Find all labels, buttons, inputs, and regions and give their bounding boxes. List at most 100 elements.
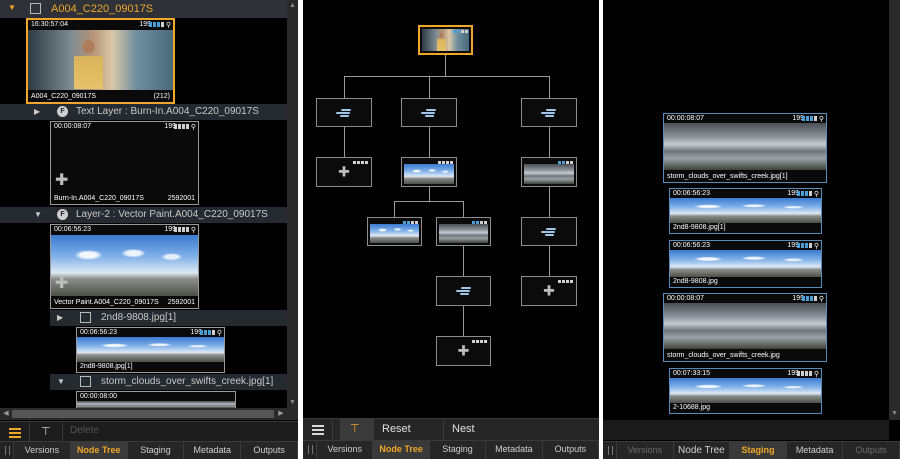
scroll-up-icon[interactable]: ▲ bbox=[287, 0, 298, 11]
tab-staging[interactable]: Staging bbox=[730, 442, 787, 459]
tree-row-storm[interactable]: ▼ storm_clouds_over_swifts_creek.jpg[1] bbox=[50, 374, 287, 390]
puzzle-piece-icon: ✚ bbox=[543, 282, 555, 299]
menu-button[interactable] bbox=[303, 419, 333, 440]
panel-grip-icon[interactable] bbox=[603, 442, 617, 459]
root-checkbox[interactable] bbox=[30, 3, 41, 14]
layer-2-thumbnail[interactable]: 00:06:56:23 199 ⚲ ✚ Vector Paint.A004_C2… bbox=[50, 224, 199, 309]
vertical-scrollbar[interactable]: ▲ ▼ bbox=[287, 0, 298, 408]
timecode: 00:06:56:23 bbox=[673, 190, 710, 197]
nest-button[interactable]: Nest bbox=[444, 419, 599, 440]
tab-metadata[interactable]: Metadata bbox=[486, 441, 543, 459]
tab-outputs[interactable]: Outputs bbox=[241, 442, 298, 459]
tab-node-tree[interactable]: Node Tree bbox=[70, 442, 128, 459]
puzzle-piece-icon: ✚ bbox=[338, 163, 350, 180]
key-icon: ⚲ bbox=[190, 124, 196, 131]
item-checkbox[interactable] bbox=[80, 376, 91, 387]
tab-metadata[interactable]: Metadata bbox=[184, 442, 242, 459]
scroll-down-icon[interactable]: ▼ bbox=[287, 397, 298, 408]
reset-button[interactable]: Reset bbox=[374, 419, 444, 440]
collapse-arrow-icon[interactable]: ▼ bbox=[57, 377, 65, 386]
timecode: 00:06:56:23 bbox=[54, 226, 91, 233]
scroll-thumb[interactable] bbox=[12, 410, 274, 418]
staging-item-2nd8-1[interactable]: 00:06:56:23 199 ⚲ 2nd8-9808.jpg[1] bbox=[669, 188, 822, 234]
tab-outputs[interactable]: Outputs bbox=[843, 442, 900, 459]
tab-versions[interactable]: Versions bbox=[14, 442, 71, 459]
puzzle-piece-icon: ✚ bbox=[457, 342, 470, 359]
thumb-name: 2nd8-9808.jpg[1] bbox=[673, 224, 726, 231]
storm-thumbnail[interactable]: 00:00:08:00 bbox=[76, 391, 236, 408]
tree-row-2nd8[interactable]: ▶ 2nd8-9808.jpg[1] bbox=[50, 310, 287, 326]
item-checkbox[interactable] bbox=[80, 312, 91, 323]
root-label: A004_C220_09017S bbox=[51, 3, 154, 15]
tab-versions[interactable]: Versions bbox=[317, 441, 374, 459]
tree-view-button[interactable]: ⊤ bbox=[31, 423, 63, 441]
graph-node-paint-1[interactable] bbox=[316, 98, 372, 127]
scroll-right-icon[interactable]: ▶ bbox=[275, 408, 287, 420]
text-layer-label: Text Layer : Burn-In.A004_C220_09017S bbox=[76, 106, 259, 117]
tab-staging[interactable]: Staging bbox=[127, 442, 185, 459]
levels-indicator bbox=[403, 221, 418, 224]
frame-count: 2592001 bbox=[167, 195, 195, 202]
text-layer-thumbnail[interactable]: 00:00:08:07 199 ⚲ ✚ Burn-In.A004_C220_09… bbox=[50, 121, 199, 205]
levels-indicator bbox=[353, 161, 368, 164]
thumb-name: 2nd8-9808.jpg bbox=[673, 278, 718, 285]
staging-item-storm-2[interactable]: 00:00:08:07 199 ⚲ storm_clouds_over_swif… bbox=[663, 293, 827, 362]
tab-versions[interactable]: Versions bbox=[617, 442, 674, 459]
tab-metadata[interactable]: Metadata bbox=[786, 442, 844, 459]
graph-node-paint-3[interactable] bbox=[521, 98, 577, 127]
timecode: 00:00:08:07 bbox=[54, 123, 91, 130]
tree-view-button[interactable]: ⊤ bbox=[340, 419, 374, 440]
graph-node-text-3[interactable]: ✚ bbox=[436, 336, 491, 366]
graph-node-root[interactable] bbox=[418, 25, 473, 55]
thumb-name: Vector Paint.A004_C220_09017S bbox=[54, 299, 159, 306]
staging-item-storm-1[interactable]: 00:00:08:07 199 ⚲ storm_clouds_over_swif… bbox=[663, 113, 827, 183]
graph-node-paint-5[interactable] bbox=[436, 276, 491, 306]
graph-node-text[interactable]: ✚ bbox=[316, 157, 372, 187]
vertical-scrollbar[interactable]: ▼ bbox=[889, 0, 900, 420]
graph-node-storm[interactable] bbox=[436, 217, 491, 246]
expand-arrow-icon[interactable]: ▶ bbox=[57, 313, 63, 322]
tab-node-tree[interactable]: Node Tree bbox=[673, 442, 731, 459]
timecode: 00:00:08:07 bbox=[667, 295, 704, 302]
key-icon: ⚲ bbox=[216, 330, 222, 337]
node-graph-toolbar: ⊤ Reset Nest bbox=[303, 418, 599, 440]
paint-strokes-icon bbox=[455, 286, 472, 296]
collapse-arrow-icon[interactable]: ▼ bbox=[34, 210, 42, 219]
graph-node-text-2[interactable]: ✚ bbox=[521, 276, 577, 306]
tab-node-tree[interactable]: Node Tree bbox=[373, 441, 430, 459]
levels-indicator bbox=[802, 116, 817, 121]
graph-node-paint-2[interactable] bbox=[401, 98, 457, 127]
node-tree-toolbar: ⊤ Delete bbox=[0, 421, 298, 441]
expand-arrow-icon[interactable]: ▶ bbox=[34, 107, 40, 116]
key-icon: ⚲ bbox=[165, 22, 171, 29]
paint-strokes-icon bbox=[421, 108, 437, 118]
delete-button[interactable]: Delete bbox=[70, 425, 99, 436]
2nd8-thumbnail[interactable]: 00:06:56:23 199 ⚲ 2nd8-9808.jpg[1] bbox=[76, 327, 225, 373]
graph-node-sky[interactable] bbox=[401, 157, 457, 187]
graph-node-storm-diag[interactable] bbox=[521, 157, 577, 187]
horizontal-scrollbar[interactable]: ◀ ▶ bbox=[0, 408, 298, 420]
menu-button[interactable] bbox=[0, 423, 30, 441]
tree-row-text-layer[interactable]: ▶ F Text Layer : Burn-In.A004_C220_09017… bbox=[0, 104, 287, 120]
panel-grip-icon[interactable] bbox=[0, 442, 14, 459]
scroll-left-icon[interactable]: ◀ bbox=[0, 408, 12, 420]
tree-row-root[interactable]: ▼ A004_C220_09017S bbox=[0, 0, 287, 18]
levels-indicator bbox=[802, 296, 817, 301]
timecode: 16:30:57:04 bbox=[31, 21, 68, 28]
thumb-name: 2nd8-9808.jpg[1] bbox=[80, 363, 133, 370]
panel-grip-icon[interactable] bbox=[303, 441, 317, 459]
graph-node-sky-2[interactable] bbox=[367, 217, 422, 246]
tab-outputs[interactable]: Outputs bbox=[542, 441, 599, 459]
middle-tab-bar: Versions Node Tree Staging Metadata Outp… bbox=[303, 440, 599, 459]
staging-item-2nd8-2[interactable]: 00:06:56:23 199 ⚲ 2nd8-9808.jpg bbox=[669, 240, 822, 288]
staging-item-2-10688[interactable]: 00:07:33:15 199 ⚲ 2-10688.jpg bbox=[669, 368, 822, 414]
levels-indicator bbox=[558, 161, 573, 164]
graph-node-paint-4[interactable] bbox=[521, 217, 577, 246]
collapse-arrow-icon[interactable]: ▼ bbox=[8, 3, 16, 12]
tree-row-layer-2[interactable]: ▼ F Layer-2 : Vector Paint.A004_C220_090… bbox=[0, 207, 287, 223]
item-label: storm_clouds_over_swifts_creek.jpg[1] bbox=[101, 376, 274, 387]
scroll-down-icon[interactable]: ▼ bbox=[889, 408, 900, 419]
root-thumbnail[interactable]: 16:30:57:04 199 ⚲ A004_C220_09017S (212) bbox=[26, 18, 175, 104]
staging-toolbar bbox=[603, 420, 889, 440]
tab-staging[interactable]: Staging bbox=[429, 441, 487, 459]
